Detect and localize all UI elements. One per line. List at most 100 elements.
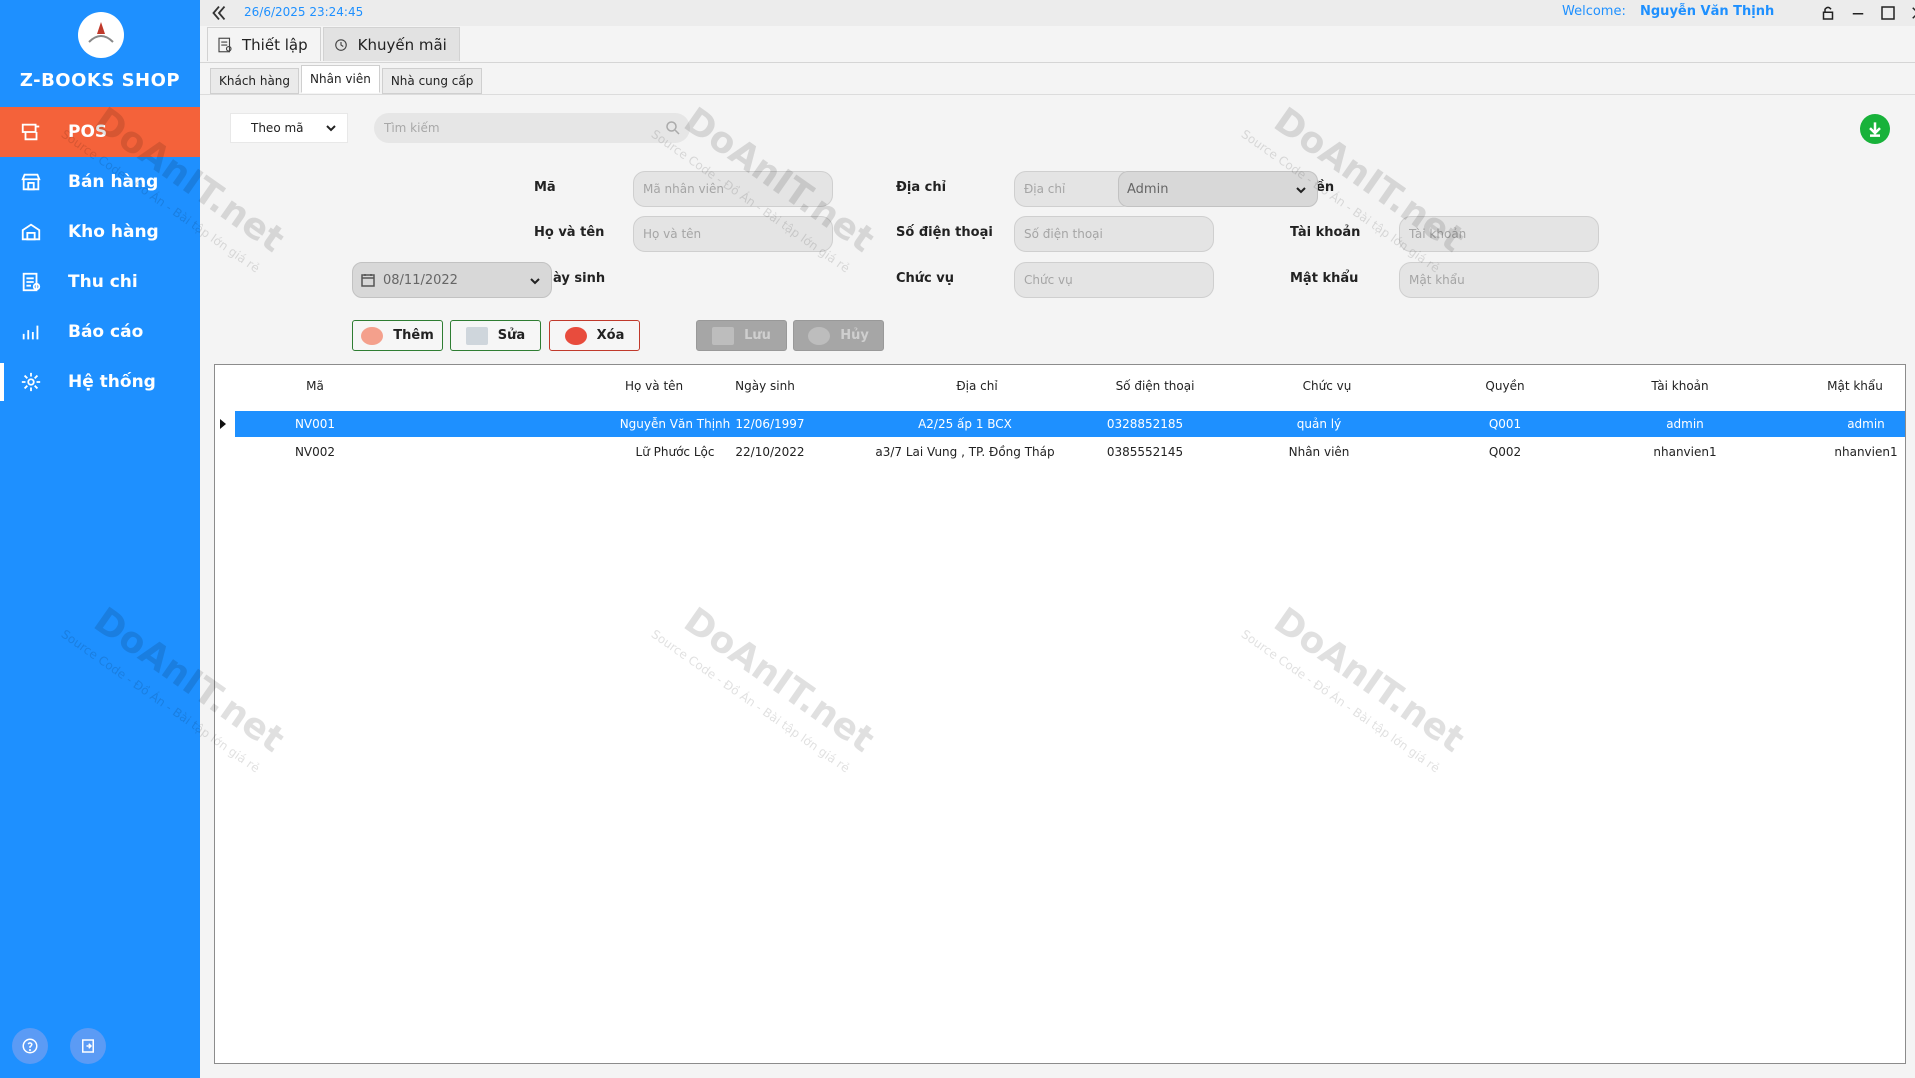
- help-button[interactable]: [12, 1028, 48, 1064]
- birthdate-value: 08/11/2022: [383, 272, 458, 288]
- position-field[interactable]: [1014, 262, 1214, 298]
- sidebar-item-label: Hệ thống: [68, 372, 156, 392]
- tab-settings[interactable]: Thiết lập: [207, 27, 321, 61]
- warehouse-icon: [18, 219, 44, 245]
- tab-label: Thiết lập: [242, 35, 308, 54]
- shop-logo: [78, 12, 124, 58]
- tab-label: Khuyến mãi: [357, 35, 447, 54]
- full-name-field[interactable]: [633, 216, 833, 252]
- close-icon: [1912, 7, 1915, 19]
- column-header[interactable]: Mã: [265, 375, 365, 397]
- role-value: Admin: [1127, 181, 1169, 197]
- password-field[interactable]: [1399, 262, 1599, 298]
- logout-button[interactable]: [70, 1028, 106, 1064]
- table-cell: a3/7 Lai Vung , TP. Đồng Tháp: [875, 445, 1055, 459]
- close-button[interactable]: [1908, 3, 1915, 23]
- row-pointer-icon: [220, 419, 226, 429]
- table-cell: quản lý: [1296, 417, 1342, 431]
- search-mode-select[interactable]: Theo mã: [230, 113, 348, 143]
- search-icon[interactable]: [664, 119, 682, 137]
- sidebar-item-pos[interactable]: POS: [0, 107, 200, 157]
- table-row[interactable]: NV001 Nguyễn Văn Thịnh 12/06/1997 A2/25 …: [215, 411, 1905, 437]
- logout-icon: [82, 1039, 94, 1053]
- column-header[interactable]: Ngày sinh: [715, 375, 815, 397]
- minimize-button[interactable]: [1848, 3, 1868, 23]
- table-cell: admin: [1666, 417, 1704, 431]
- sidebar-item-label: Báo cáo: [68, 322, 144, 342]
- password-label: Mật khẩu: [1290, 271, 1359, 286]
- download-icon[interactable]: [1860, 114, 1890, 144]
- sidebar-item-label: Bán hàng: [68, 172, 159, 192]
- sidebar-item-system[interactable]: Hệ thống: [0, 357, 200, 407]
- column-header[interactable]: Tài khoản: [1630, 375, 1730, 397]
- tab-promotion[interactable]: Khuyến mãi: [322, 27, 460, 61]
- table-cell: 0385552145: [1106, 445, 1184, 459]
- edit-button[interactable]: Sửa: [450, 320, 541, 351]
- search-mode-value: Theo mã: [251, 121, 304, 135]
- lock-button[interactable]: [1818, 3, 1838, 23]
- sidebar-menu: POS Bán hàng Kho hàng Thu chi Báo cáo Hệ…: [0, 107, 200, 407]
- save-button[interactable]: Lưu: [696, 320, 787, 351]
- store-icon: [18, 169, 44, 195]
- phone-field[interactable]: [1014, 216, 1214, 252]
- chevron-down-icon: [1295, 184, 1307, 196]
- table-cell: 22/10/2022: [735, 445, 805, 459]
- user-name: Nguyễn Văn Thịnh: [1640, 4, 1775, 19]
- column-header[interactable]: Số điện thoại: [1105, 375, 1205, 397]
- sidebar-item-finance[interactable]: Thu chi: [0, 257, 200, 307]
- sidebar-item-sales[interactable]: Bán hàng: [0, 157, 200, 207]
- account-field[interactable]: [1399, 216, 1599, 252]
- cancel-button[interactable]: Hủy: [793, 320, 884, 351]
- top-bar: 26/6/2025 23:24:45 Welcome: Nguyễn Văn T…: [200, 0, 1915, 26]
- employee-id-field[interactable]: [633, 171, 833, 207]
- sidebar-item-label: Kho hàng: [68, 222, 159, 242]
- row-header[interactable]: [215, 411, 235, 437]
- role-label: ền: [1316, 180, 1335, 195]
- divider: [200, 62, 1915, 63]
- maximize-button[interactable]: [1878, 3, 1898, 23]
- tab-customers[interactable]: Khách hàng: [210, 68, 300, 94]
- search-input[interactable]: [374, 113, 690, 143]
- column-header[interactable]: Chức vụ: [1277, 375, 1377, 397]
- sidebar-item-warehouse[interactable]: Kho hàng: [0, 207, 200, 257]
- window-controls: [1818, 3, 1915, 23]
- save-icon: [712, 326, 735, 345]
- column-header[interactable]: Mật khẩu: [1805, 375, 1905, 397]
- tab-suppliers[interactable]: Nhà cung cấp: [381, 68, 483, 94]
- delete-button[interactable]: Xóa: [549, 320, 640, 351]
- employee-id-label: Mã: [534, 180, 556, 195]
- delete-icon: [564, 326, 587, 345]
- address-field[interactable]: [1014, 171, 1134, 207]
- table-cell: nhanvien1: [1653, 445, 1717, 459]
- employee-table[interactable]: Mã Họ và tên Ngày sinh Địa chỉ Số điện t…: [214, 364, 1906, 1064]
- promotion-icon: [332, 36, 350, 54]
- sub-tabs: Khách hàng Nhân viên Nhà cung cấp: [210, 65, 484, 94]
- tab-employees[interactable]: Nhân viên: [301, 65, 380, 93]
- sidebar-item-report[interactable]: Báo cáo: [0, 307, 200, 357]
- address-label: Địa chỉ: [896, 180, 947, 195]
- chart-icon: [18, 319, 44, 345]
- collapse-sidebar-icon[interactable]: [208, 2, 230, 24]
- table-cell: NV002: [294, 445, 336, 459]
- gear-icon: [18, 369, 44, 395]
- cancel-icon: [808, 326, 831, 345]
- table-cell: nhanvien1: [1834, 445, 1898, 459]
- birthdate-picker[interactable]: 08/11/2022: [352, 262, 552, 298]
- account-label: Tài khoản: [1290, 225, 1361, 240]
- edit-icon: [465, 326, 488, 345]
- role-select[interactable]: Admin: [1118, 171, 1318, 207]
- minimize-icon: [1852, 13, 1864, 15]
- table-cell: Nhân viên: [1288, 445, 1350, 459]
- welcome-label: Welcome:: [1562, 4, 1626, 19]
- chevron-down-icon: [529, 275, 541, 287]
- column-header[interactable]: Họ và tên: [625, 375, 683, 397]
- column-header[interactable]: Địa chỉ: [927, 375, 1027, 397]
- position-label: Chức vụ: [896, 271, 955, 286]
- add-button[interactable]: Thêm: [352, 320, 443, 351]
- table-cell: NV001: [294, 417, 336, 431]
- table-row[interactable]: NV002 Lữ Phước Lộc 22/10/2022 a3/7 Lai V…: [215, 439, 1905, 465]
- table-cell: 0328852185: [1106, 417, 1184, 431]
- pos-icon: [18, 119, 44, 145]
- column-header[interactable]: Quyền: [1455, 375, 1555, 397]
- phone-label: Số điện thoại: [896, 225, 993, 240]
